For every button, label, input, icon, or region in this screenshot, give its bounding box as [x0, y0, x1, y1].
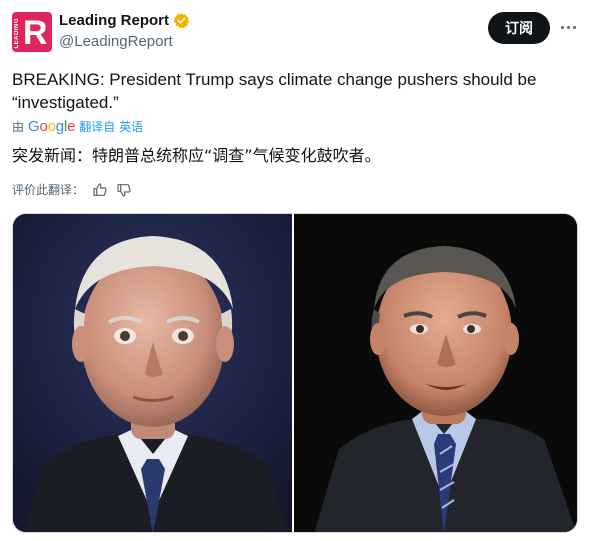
more-options-icon[interactable] [557, 16, 579, 38]
rate-translation-row: 评价此翻译： [12, 181, 132, 198]
rate-translation-label: 评价此翻译： [12, 183, 85, 197]
translation-attribution: 由 Google 翻译自 英语 [12, 118, 143, 135]
account-handle[interactable]: @LeadingReport [59, 33, 173, 50]
translated-from-link[interactable]: 翻译自 英语 [79, 118, 143, 135]
translated-by-label: 由 [12, 120, 25, 134]
avatar-vertical-text: LEADING [14, 18, 20, 49]
verified-badge-icon [173, 13, 190, 29]
media-grid [12, 213, 578, 533]
tweet-text: BREAKING: President Trump says climate c… [12, 68, 572, 114]
thumbs-down-icon[interactable] [116, 182, 132, 198]
avatar-letter: R [23, 14, 48, 52]
tweet-text-line-2: “investigated.” [12, 93, 119, 112]
name-row: Leading Report [59, 12, 190, 29]
tweet-header: LEADING R Leading Report @LeadingReport … [12, 10, 578, 54]
thumbs-up-icon[interactable] [92, 182, 108, 198]
google-logo: Google [28, 118, 76, 135]
elderly-man-portrait-image [13, 214, 292, 532]
translated-text: 突发新闻：特朗普总统称应“调查”气候变化鼓吹者。 [12, 146, 381, 165]
photo-left[interactable] [13, 214, 294, 532]
avatar[interactable]: LEADING R [12, 12, 52, 52]
photo-right[interactable] [294, 214, 577, 532]
tweet-text-line-1: BREAKING: President Trump says climate c… [12, 70, 537, 89]
display-name[interactable]: Leading Report [59, 12, 169, 29]
subscribe-button[interactable]: 订阅 [488, 12, 550, 44]
speaking-man-portrait-image [294, 214, 577, 532]
